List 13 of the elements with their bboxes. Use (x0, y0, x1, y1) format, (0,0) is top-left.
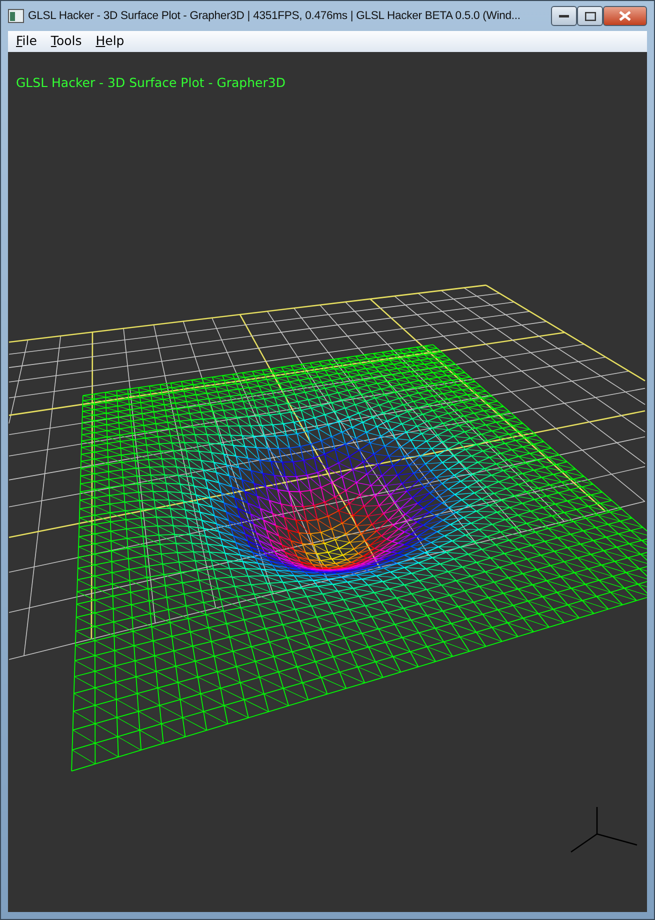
close-button[interactable] (603, 6, 647, 26)
app-icon (8, 9, 24, 23)
close-icon (619, 11, 631, 21)
maximize-icon (584, 12, 596, 20)
menu-item[interactable]: Tools (44, 32, 88, 51)
menu-item[interactable]: Help (90, 32, 130, 51)
minimize-icon (559, 14, 569, 18)
overlay-title: GLSL Hacker - 3D Surface Plot - Grapher3D (16, 74, 286, 92)
window-title: GLSL Hacker - 3D Surface Plot - Grapher3D | 4351FPS, 0.476ms | GLSL Hacker BETA 0.5.0 (Wind... (28, 8, 522, 24)
minimize-button[interactable] (551, 6, 577, 26)
menu-item[interactable]: File (10, 32, 43, 51)
axes-gizmo-icon (570, 807, 638, 853)
maximize-button[interactable] (577, 6, 603, 26)
